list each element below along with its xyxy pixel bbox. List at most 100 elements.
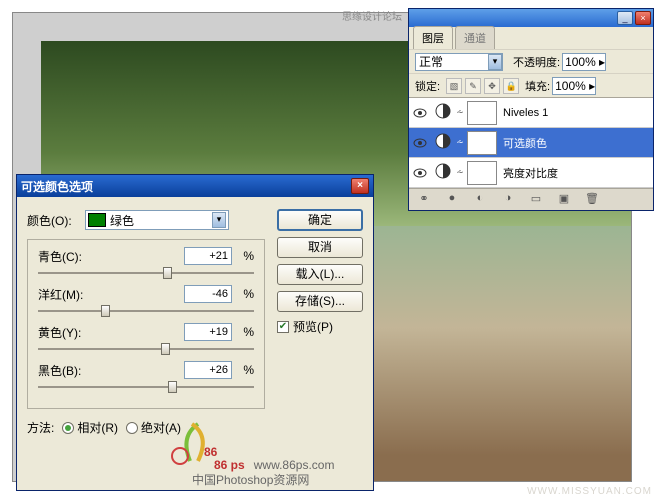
preview-row: ✔ 预览(P)	[277, 318, 363, 335]
chevron-down-icon[interactable]: ▾	[212, 212, 226, 228]
cyan-row: 青色(C): %	[38, 246, 254, 278]
slider-thumb[interactable]	[163, 267, 172, 279]
panel-footer: ⚭ ● ◐ ◑ ▭ ▣ 🗑	[409, 188, 653, 210]
adjustment-icon	[431, 132, 455, 153]
chevron-down-icon[interactable]: ▾	[488, 54, 502, 70]
eye-icon	[413, 138, 427, 148]
load-button[interactable]: 载入(L)...	[277, 264, 363, 285]
opacity-arrow-icon[interactable]: ▸	[599, 55, 605, 69]
layers-panel: _ × 图层 通道 正常 ▾ 不透明度: 100% ▸ 锁定: ▧ ✎ ✥ 🔒 …	[408, 8, 654, 211]
button-column: 确定 取消 载入(L)... 存储(S)... ✔ 预览(P)	[277, 209, 363, 335]
radio-absolute[interactable]	[126, 422, 138, 434]
magenta-label: 洋红(M):	[38, 286, 98, 303]
magenta-slider[interactable]	[38, 306, 254, 316]
minimize-button[interactable]: _	[617, 11, 633, 25]
yellow-slider[interactable]	[38, 344, 254, 354]
layer-name[interactable]: Niveles 1	[499, 107, 653, 119]
preview-checkbox[interactable]: ✔	[277, 321, 289, 333]
layer-mask-thumb[interactable]	[467, 131, 497, 155]
cyan-slider[interactable]	[38, 268, 254, 278]
panel-tabs: 图层 通道	[409, 27, 653, 49]
mask-icon[interactable]: ◐	[471, 192, 489, 208]
adjustment-icon	[431, 162, 455, 183]
link-icon: ⩪	[455, 107, 465, 118]
lock-label: 锁定:	[415, 78, 440, 94]
radio-relative-label: 相对(R)	[77, 419, 118, 436]
dialog-title: 可选颜色选项	[21, 178, 93, 195]
tab-layers[interactable]: 图层	[413, 26, 453, 49]
radio-relative[interactable]	[62, 422, 74, 434]
cyan-label: 青色(C):	[38, 248, 98, 265]
visibility-toggle[interactable]	[409, 106, 431, 120]
preview-label: 预览(P)	[293, 318, 333, 335]
lock-row: 锁定: ▧ ✎ ✥ 🔒 填充: 100% ▸	[409, 73, 653, 97]
magenta-row: 洋红(M): %	[38, 284, 254, 316]
layer-mask-thumb[interactable]	[467, 101, 497, 125]
layer-row[interactable]: ⩪ 亮度对比度	[409, 158, 653, 188]
adjustment-new-icon[interactable]: ◑	[499, 192, 517, 208]
link-icon: ⩪	[455, 137, 465, 148]
close-icon[interactable]: ×	[351, 178, 369, 194]
percent-label: %	[236, 287, 254, 301]
method-label: 方法:	[27, 419, 54, 436]
layer-mask-thumb[interactable]	[467, 161, 497, 185]
link-layers-icon[interactable]: ⚭	[415, 192, 433, 208]
black-slider[interactable]	[38, 382, 254, 392]
visibility-toggle[interactable]	[409, 136, 431, 150]
layers-list: ⩪ Niveles 1 ⩪ 可选颜色 ⩪ 亮度对比度	[409, 97, 653, 188]
eye-icon	[413, 108, 427, 118]
yellow-label: 黄色(Y):	[38, 324, 98, 341]
percent-label: %	[236, 363, 254, 377]
fill-value: 100%	[555, 79, 586, 93]
ok-button[interactable]: 确定	[277, 209, 363, 231]
close-button[interactable]: ×	[635, 11, 651, 25]
panel-titlebar[interactable]: _ ×	[409, 9, 653, 27]
method-row: 方法: 相对(R) 绝对(A)	[27, 419, 363, 436]
blend-row: 正常 ▾ 不透明度: 100% ▸	[409, 49, 653, 73]
fx-icon[interactable]: ●	[443, 192, 461, 208]
magenta-input[interactable]	[184, 285, 232, 303]
blend-mode-value: 正常	[419, 53, 443, 70]
layer-name[interactable]: 亮度对比度	[499, 165, 653, 181]
adjustment-icon	[431, 102, 455, 123]
lock-icons: ▧ ✎ ✥ 🔒	[446, 78, 519, 94]
selective-color-dialog: 可选颜色选项 × 颜色(O): 绿色 ▾ 青色(C): %	[16, 174, 374, 491]
visibility-toggle[interactable]	[409, 166, 431, 180]
opacity-input[interactable]: 100% ▸	[562, 53, 606, 71]
watermark-text: 86 ps www.86ps.com 中国Photoshop资源网	[132, 458, 334, 488]
layer-row[interactable]: ⩪ Niveles 1	[409, 98, 653, 128]
opacity-label: 不透明度:	[513, 54, 560, 70]
fill-input[interactable]: 100% ▸	[552, 77, 596, 95]
link-icon: ⩪	[455, 167, 465, 178]
fill-arrow-icon[interactable]: ▸	[589, 79, 595, 93]
color-select[interactable]: 绿色 ▾	[85, 210, 229, 230]
color-label: 颜色(O):	[27, 212, 85, 229]
layer-name[interactable]: 可选颜色	[499, 135, 653, 151]
slider-thumb[interactable]	[101, 305, 110, 317]
new-layer-icon[interactable]: ▣	[555, 192, 573, 208]
watermark-logo-text: 86 ps	[214, 458, 245, 472]
lock-move-icon[interactable]: ✥	[484, 78, 500, 94]
dialog-titlebar[interactable]: 可选颜色选项 ×	[17, 175, 373, 197]
black-input[interactable]	[184, 361, 232, 379]
yellow-input[interactable]	[184, 323, 232, 341]
lock-transparency-icon[interactable]: ▧	[446, 78, 462, 94]
yellow-row: 黄色(Y): %	[38, 322, 254, 354]
layer-row[interactable]: ⩪ 可选颜色	[409, 128, 653, 158]
slider-thumb[interactable]	[161, 343, 170, 355]
cyan-input[interactable]	[184, 247, 232, 265]
color-value: 绿色	[110, 212, 134, 229]
watermark-line: 中国Photoshop资源网	[192, 473, 309, 487]
lock-all-icon[interactable]: 🔒	[503, 78, 519, 94]
lock-paint-icon[interactable]: ✎	[465, 78, 481, 94]
folder-icon[interactable]: ▭	[527, 192, 545, 208]
trash-icon[interactable]: 🗑	[583, 192, 601, 208]
tab-channels[interactable]: 通道	[455, 26, 495, 49]
save-button[interactable]: 存储(S)...	[277, 291, 363, 312]
forum-watermark: 思缘设计论坛	[342, 8, 402, 23]
black-row: 黑色(B): %	[38, 360, 254, 392]
sliders-group: 青色(C): % 洋红(M): %	[27, 239, 265, 409]
cancel-button[interactable]: 取消	[277, 237, 363, 258]
slider-thumb[interactable]	[168, 381, 177, 393]
blend-mode-select[interactable]: 正常 ▾	[415, 53, 503, 71]
